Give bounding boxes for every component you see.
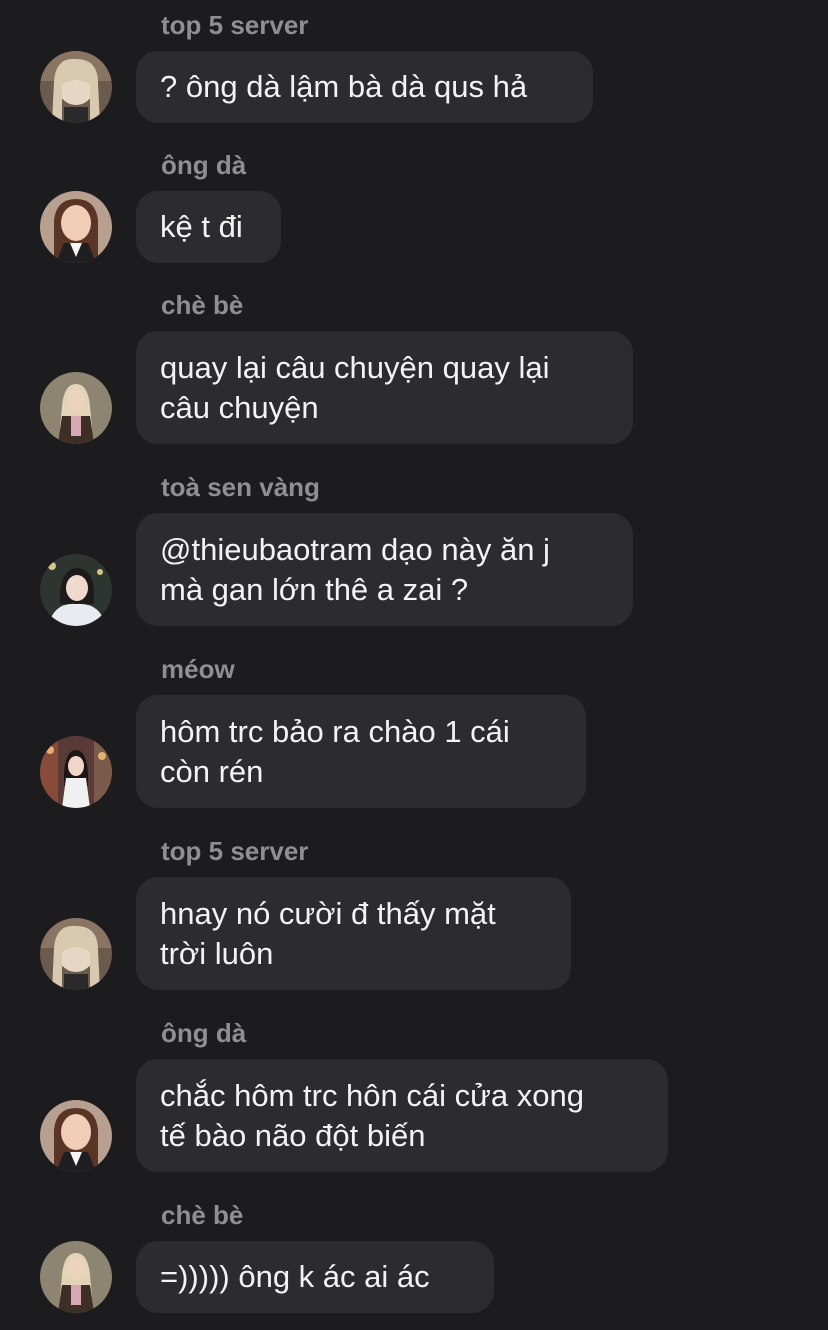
message-bubble[interactable]: =))))) ông k ác ai ác bbox=[136, 1241, 494, 1313]
message-bubble[interactable]: quay lại câu chuyện quay lại câu chuyện bbox=[136, 331, 633, 444]
avatar-blonde-jacket-icon[interactable] bbox=[40, 372, 112, 444]
avatar-blonde-girl-icon[interactable] bbox=[40, 51, 112, 123]
message-bubble[interactable]: kệ t đi bbox=[136, 191, 281, 263]
sender-name[interactable]: top 5 server bbox=[161, 836, 308, 866]
message-text: =))))) ông k ác ai ác bbox=[160, 1259, 430, 1294]
message-text: hnay nó cười đ thấy mặt trời luôn bbox=[160, 896, 496, 971]
avatar-blonde-jacket-icon[interactable] bbox=[40, 1241, 112, 1313]
avatar-white-fur-icon[interactable] bbox=[40, 554, 112, 626]
message-bubble[interactable]: @thieubaotram dạo này ăn j mà gan lớn th… bbox=[136, 513, 633, 626]
sender-name[interactable]: méow bbox=[161, 654, 235, 684]
avatar-brunette-suit-icon[interactable] bbox=[40, 191, 112, 263]
sender-name[interactable]: ông dà bbox=[161, 150, 246, 180]
chat-thread: top 5 server ? ông dà lậm bà dà qus hả ô… bbox=[0, 0, 828, 1330]
sender-name[interactable]: chè bè bbox=[161, 1200, 243, 1230]
avatar-street-girl-icon[interactable] bbox=[40, 736, 112, 808]
message-text: @thieubaotram dạo này ăn j mà gan lớn th… bbox=[160, 532, 550, 607]
message-bubble[interactable]: ? ông dà lậm bà dà qus hả bbox=[136, 51, 593, 123]
message-text: chắc hôm trc hôn cái cửa xong tế bào não… bbox=[160, 1078, 584, 1153]
message-bubble[interactable]: hôm trc bảo ra chào 1 cái còn rén bbox=[136, 695, 586, 808]
sender-name[interactable]: toà sen vàng bbox=[161, 472, 320, 502]
message-text: ? ông dà lậm bà dà qus hả bbox=[160, 69, 528, 104]
message-text: kệ t đi bbox=[160, 209, 243, 244]
message-text: quay lại câu chuyện quay lại câu chuyện bbox=[160, 350, 550, 425]
avatar-blonde-girl-icon[interactable] bbox=[40, 918, 112, 990]
avatar-brunette-suit-icon[interactable] bbox=[40, 1100, 112, 1172]
sender-name[interactable]: ông dà bbox=[161, 1018, 246, 1048]
message-bubble[interactable]: hnay nó cười đ thấy mặt trời luôn bbox=[136, 877, 571, 990]
sender-name[interactable]: chè bè bbox=[161, 290, 243, 320]
message-bubble[interactable]: chắc hôm trc hôn cái cửa xong tế bào não… bbox=[136, 1059, 668, 1172]
message-text: hôm trc bảo ra chào 1 cái còn rén bbox=[160, 714, 510, 789]
sender-name[interactable]: top 5 server bbox=[161, 10, 308, 40]
